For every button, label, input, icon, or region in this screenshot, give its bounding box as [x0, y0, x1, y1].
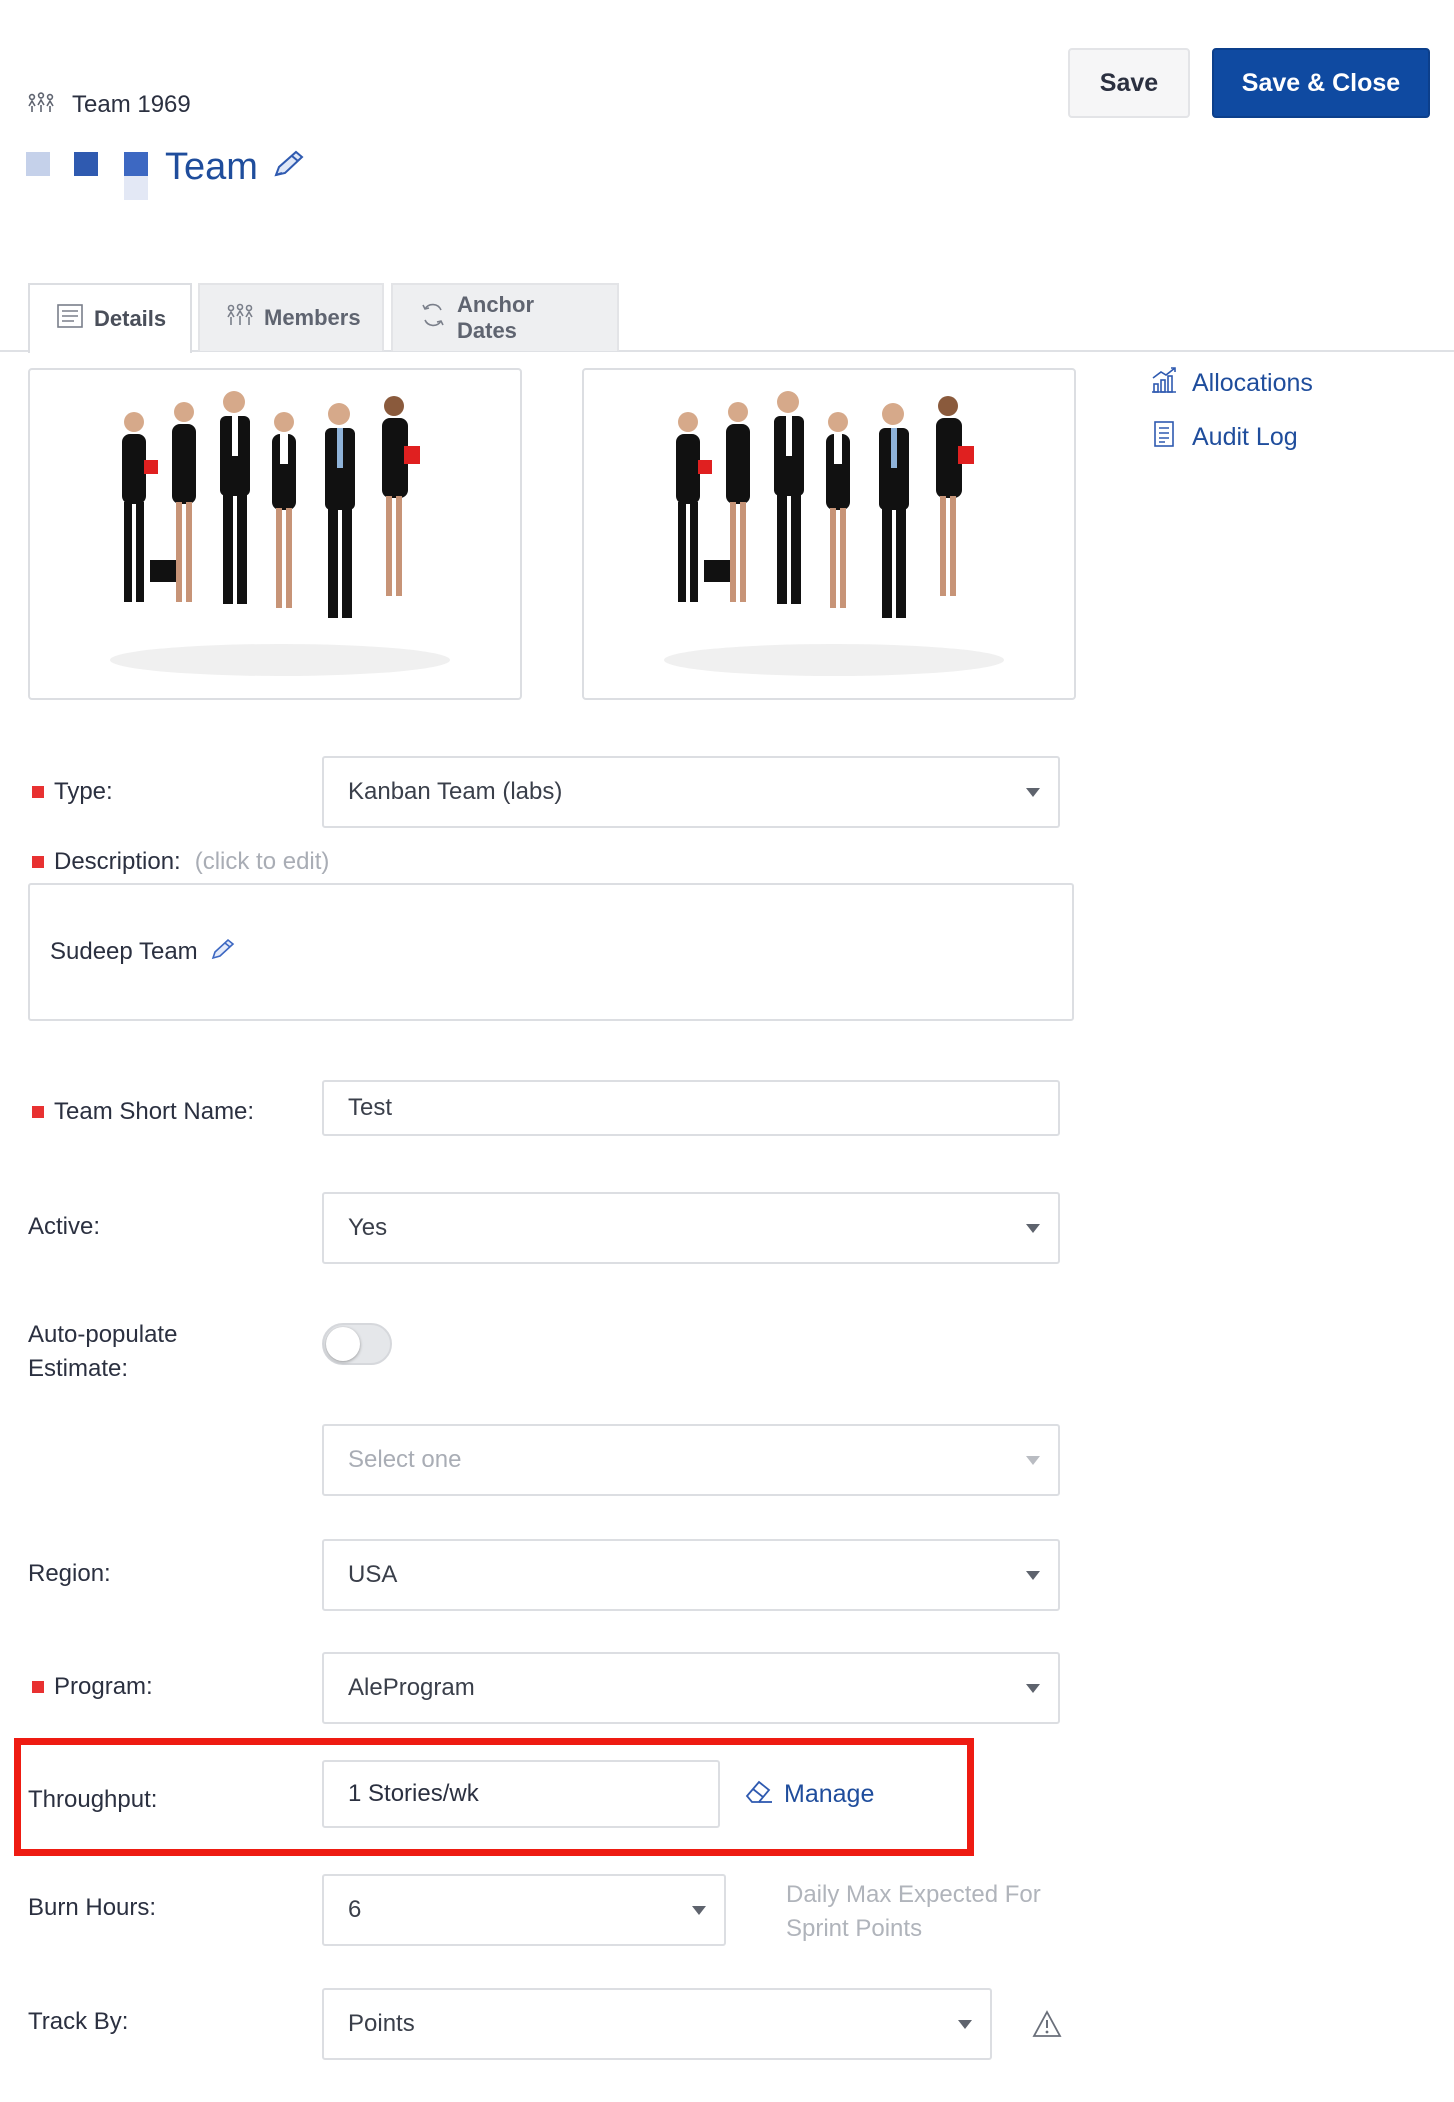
burn-hours-value: 6 [348, 1896, 362, 1923]
description-label: Description: (click to edit) [28, 848, 329, 876]
breadcrumb: Team 1969 [28, 88, 191, 122]
short-name-input[interactable]: Test [322, 1080, 1060, 1136]
save-and-close-button[interactable]: Save & Close [1212, 48, 1430, 118]
program-label-text: Program: [54, 1673, 153, 1700]
tab-anchor-dates[interactable]: Anchor Dates [391, 283, 619, 351]
warning-icon[interactable] [1032, 2010, 1062, 2043]
active-value: Yes [348, 1214, 388, 1241]
chevron-down-icon [1026, 1684, 1040, 1693]
program-select[interactable]: AleProgram [322, 1652, 1060, 1724]
required-marker [32, 1106, 44, 1118]
active-select[interactable]: Yes [322, 1192, 1060, 1264]
track-by-value: Points [348, 2010, 415, 2037]
team-photo-2 [582, 368, 1076, 700]
program-value: AleProgram [348, 1674, 475, 1701]
tab-details-label: Details [94, 306, 167, 331]
region-label-text: Region: [28, 1560, 111, 1587]
track-by-select[interactable]: Points [322, 1988, 992, 2060]
chevron-down-icon [1026, 788, 1040, 797]
auto-populate-label-text: Auto-populate Estimate: [28, 1321, 178, 1382]
region-label: Region: [28, 1560, 111, 1588]
throughput-label-text: Throughput: [28, 1786, 158, 1813]
team-network-icon [28, 91, 54, 119]
tab-members-label: Members [264, 305, 361, 330]
program-label: Program: [28, 1673, 153, 1701]
throughput-value: 1 Stories/wk [348, 1780, 479, 1807]
color-square-2 [74, 152, 98, 176]
tab-anchor-dates-label: Anchor Dates [457, 292, 534, 343]
chart-icon [1150, 366, 1178, 401]
type-label-text: Type: [54, 778, 113, 805]
burn-hours-label-text: Burn Hours: [28, 1894, 157, 1921]
estimate-select[interactable]: Select one [322, 1424, 1060, 1496]
auto-populate-toggle[interactable] [322, 1323, 392, 1365]
document-icon [56, 303, 84, 335]
pencil-icon[interactable] [210, 937, 236, 968]
chevron-down-icon [692, 1906, 706, 1915]
save-button[interactable]: Save [1068, 48, 1190, 118]
eraser-icon [744, 1778, 774, 1811]
active-label-text: Active: [28, 1213, 101, 1240]
color-square-3-shadow [124, 176, 148, 200]
refresh-icon [419, 301, 447, 335]
burn-hours-select[interactable]: 6 [322, 1874, 726, 1946]
description-box[interactable]: Sudeep Team [28, 883, 1074, 1021]
throughput-label: Throughput: [28, 1786, 157, 1814]
short-name-label-text: Team Short Name: [54, 1098, 255, 1125]
page-title: Team [165, 146, 306, 189]
audit-log-link[interactable]: Audit Log [1150, 420, 1298, 455]
color-square-1 [26, 152, 50, 176]
region-value: USA [348, 1561, 398, 1588]
region-select[interactable]: USA [322, 1539, 1060, 1611]
tab-details[interactable]: Details [28, 283, 192, 353]
description-hint: (click to edit) [194, 848, 330, 875]
team-photo-1 [28, 368, 522, 700]
burn-hours-hint: Daily Max Expected For Sprint Points [786, 1881, 1041, 1942]
description-label-text: Description: [54, 848, 181, 875]
toggle-knob [326, 1327, 360, 1361]
track-by-label: Track By: [28, 2008, 128, 2036]
page-title-text: Team [165, 146, 258, 188]
audit-log-label: Audit Log [1192, 423, 1298, 451]
chevron-down-icon [1026, 1224, 1040, 1233]
breadcrumb-text: Team 1969 [72, 91, 191, 118]
chevron-down-icon [1026, 1571, 1040, 1580]
log-icon [1150, 420, 1178, 455]
description-value: Sudeep Team [50, 938, 198, 965]
chevron-down-icon [958, 2020, 972, 2029]
estimate-placeholder: Select one [348, 1446, 462, 1473]
chevron-down-icon [1026, 1456, 1040, 1465]
type-select[interactable]: Kanban Team (labs) [322, 756, 1060, 828]
required-marker [32, 786, 44, 798]
track-by-label-text: Track By: [28, 2008, 129, 2035]
active-label: Active: [28, 1213, 100, 1241]
auto-populate-label: Auto-populate Estimate: [28, 1318, 228, 1386]
throughput-input[interactable]: 1 Stories/wk [322, 1760, 720, 1828]
type-label: Type: [28, 778, 113, 806]
burn-hours-label: Burn Hours: [28, 1894, 156, 1922]
required-marker [32, 856, 44, 868]
short-name-label: Team Short Name: [28, 1098, 254, 1126]
type-value: Kanban Team (labs) [348, 778, 563, 805]
manage-label: Manage [784, 1780, 875, 1808]
required-marker [32, 1681, 44, 1693]
manage-link[interactable]: Manage [744, 1778, 874, 1811]
allocations-link[interactable]: Allocations [1150, 366, 1313, 401]
short-name-value: Test [348, 1094, 393, 1121]
color-square-3 [124, 152, 148, 176]
members-icon [226, 303, 254, 333]
allocations-label: Allocations [1192, 369, 1313, 397]
tab-members[interactable]: Members [198, 283, 384, 351]
pencil-icon[interactable] [272, 146, 306, 189]
